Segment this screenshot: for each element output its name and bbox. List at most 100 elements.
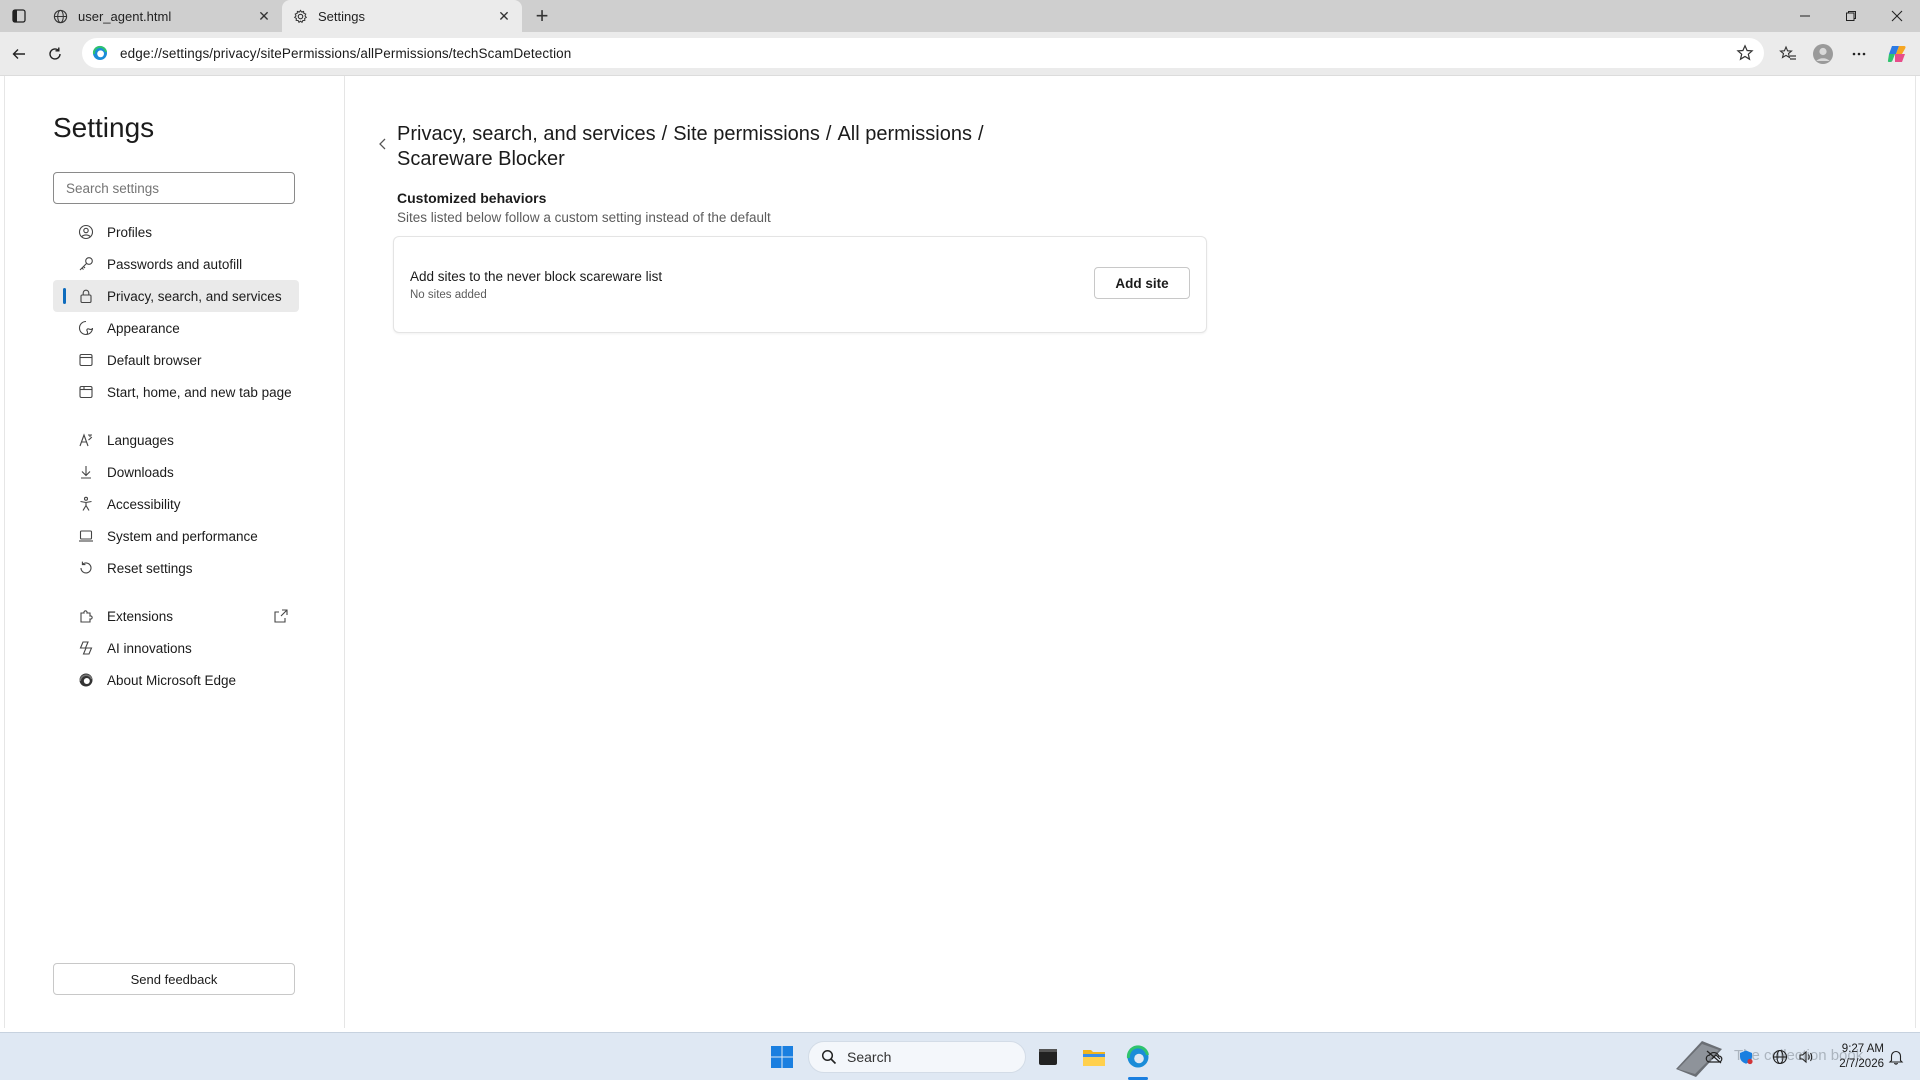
refresh-icon[interactable] — [42, 41, 68, 67]
sidebar-item-label: Reset settings — [107, 560, 193, 576]
sidebar-item-label: Start, home, and new tab page — [107, 384, 292, 400]
sidebar-item-label: Appearance — [107, 320, 180, 336]
add-site-button[interactable]: Add site — [1094, 267, 1190, 299]
gear-icon — [292, 8, 308, 24]
open-external-icon — [274, 609, 288, 623]
languages-icon — [77, 431, 95, 449]
send-feedback-button[interactable]: Send feedback — [53, 963, 295, 995]
close-window-button[interactable] — [1874, 0, 1920, 32]
breadcrumb-privacy-link[interactable]: Privacy, search, and services — [397, 123, 656, 145]
close-icon[interactable]: ✕ — [256, 8, 272, 24]
sidebar-item-label: Downloads — [107, 464, 174, 480]
close-icon[interactable]: ✕ — [496, 8, 512, 24]
settings-sidebar: Settings Profiles Passwords and autofill… — [5, 76, 345, 1028]
windows-start-icon[interactable] — [768, 1043, 796, 1071]
sidebar-item-label: Languages — [107, 432, 174, 448]
browser-icon — [77, 351, 95, 369]
breadcrumb-separator: / — [977, 123, 984, 145]
clock[interactable]: 9:27 AM 2/7/2026 — [1826, 1042, 1884, 1072]
card-subtitle: No sites added — [410, 289, 487, 301]
tab-title: Settings — [318, 8, 365, 24]
breadcrumb-site-permissions-link[interactable]: Site permissions — [673, 123, 820, 145]
sidebar-item-passwords[interactable]: Passwords and autofill — [53, 248, 299, 280]
search-icon — [821, 1049, 837, 1065]
section-title: Customized behaviors — [397, 190, 547, 206]
volume-icon[interactable] — [1796, 1047, 1816, 1067]
back-icon[interactable] — [6, 41, 32, 67]
address-bar[interactable]: edge://settings/privacy/sitePermissions/… — [82, 38, 1764, 68]
edge-icon — [92, 45, 107, 60]
never-block-list-card: Add sites to the never block scareware l… — [393, 236, 1207, 333]
sidebar-item-label: Privacy, search, and services — [107, 288, 282, 304]
sidebar-item-downloads[interactable]: Downloads — [53, 456, 299, 488]
sidebar-item-about[interactable]: About Microsoft Edge — [53, 664, 299, 696]
taskbar: Search The collection book 9:27 AM 2/7/2… — [0, 1032, 1920, 1080]
sidebar-item-ai-innovations[interactable]: AI innovations — [53, 632, 299, 664]
more-menu-icon[interactable] — [1846, 41, 1872, 67]
new-tab-button[interactable]: + — [530, 3, 554, 28]
globe-icon — [52, 8, 68, 24]
search-settings-input[interactable] — [53, 172, 295, 204]
terminal-app-icon[interactable] — [1034, 1043, 1062, 1071]
page-title: Scareware Blocker — [397, 148, 565, 170]
clock-date: 2/7/2026 — [1839, 1058, 1884, 1070]
edge-taskbar-icon[interactable] — [1124, 1043, 1152, 1071]
breadcrumb-all-permissions-link[interactable]: All permissions — [837, 123, 971, 145]
appearance-icon — [77, 319, 95, 337]
sidebar-item-label: Extensions — [107, 608, 174, 624]
sidebar-item-label: Profiles — [107, 224, 153, 240]
sidebar-item-privacy[interactable]: Privacy, search, and services — [53, 280, 299, 312]
sidebar-item-label: AI innovations — [107, 640, 192, 656]
sidebar-item-extensions[interactable]: Extensions — [53, 600, 299, 632]
section-subtitle: Sites listed below follow a custom setti… — [397, 210, 771, 225]
notification-icon[interactable] — [1886, 1047, 1906, 1067]
browser-toolbar: edge://settings/privacy/sitePermissions/… — [0, 32, 1920, 76]
favorites-icon[interactable] — [1775, 41, 1801, 67]
sidebar-item-label: About Microsoft Edge — [107, 672, 237, 688]
back-chevron-icon[interactable] — [375, 136, 391, 152]
security-shield-icon[interactable] — [1736, 1047, 1756, 1067]
sidebar-item-label: Accessibility — [107, 496, 181, 512]
taskbar-search[interactable]: Search — [808, 1041, 1026, 1073]
breadcrumb-separator: / — [661, 123, 668, 145]
clock-time: 9:27 AM — [1841, 1043, 1884, 1055]
download-icon — [77, 463, 95, 481]
sidebar-item-start-home[interactable]: Start, home, and new tab page — [53, 376, 299, 408]
sidebar-item-reset[interactable]: Reset settings — [53, 552, 299, 584]
sidebar-item-label: Default browser — [107, 352, 202, 368]
restore-button[interactable] — [1828, 0, 1874, 32]
network-globe-icon[interactable] — [1770, 1047, 1790, 1067]
address-url: edge://settings/privacy/sitePermissions/… — [120, 45, 572, 61]
key-icon — [77, 255, 95, 273]
onedrive-icon[interactable] — [1704, 1047, 1724, 1067]
settings-title: Settings — [53, 112, 155, 143]
tab-title: user_agent.html — [78, 8, 172, 24]
card-title: Add sites to the never block scareware l… — [410, 269, 663, 284]
sidebar-item-system[interactable]: System and performance — [53, 520, 299, 552]
edge-icon — [77, 671, 95, 689]
ai-icon — [77, 639, 95, 657]
selection-indicator — [63, 288, 66, 304]
reset-icon — [77, 559, 95, 577]
taskbar-search-label: Search — [847, 1049, 892, 1065]
settings-page: Settings Profiles Passwords and autofill… — [4, 76, 1916, 1028]
accessibility-icon — [77, 495, 95, 513]
sidebar-item-label: Passwords and autofill — [107, 256, 243, 272]
sidebar-item-profiles[interactable]: Profiles — [53, 216, 299, 248]
minimize-button[interactable] — [1782, 0, 1828, 32]
copilot-icon[interactable] — [1884, 41, 1910, 67]
sidebar-item-languages[interactable]: Languages — [53, 424, 299, 456]
profile-avatar-icon[interactable] — [1810, 41, 1836, 67]
tab-strip: user_agent.html ✕ Settings ✕ + — [0, 0, 1920, 32]
sidebar-item-default-browser[interactable]: Default browser — [53, 344, 299, 376]
home-tab-icon — [77, 383, 95, 401]
tab-user-agent[interactable]: user_agent.html ✕ — [42, 0, 282, 32]
file-explorer-icon[interactable] — [1080, 1043, 1108, 1071]
tab-actions-icon[interactable] — [6, 5, 32, 27]
favorite-star-icon[interactable] — [1736, 44, 1754, 62]
tab-settings[interactable]: Settings ✕ — [282, 0, 522, 32]
lock-icon — [77, 287, 95, 305]
sidebar-item-appearance[interactable]: Appearance — [53, 312, 299, 344]
sidebar-item-accessibility[interactable]: Accessibility — [53, 488, 299, 520]
profile-icon — [77, 223, 95, 241]
